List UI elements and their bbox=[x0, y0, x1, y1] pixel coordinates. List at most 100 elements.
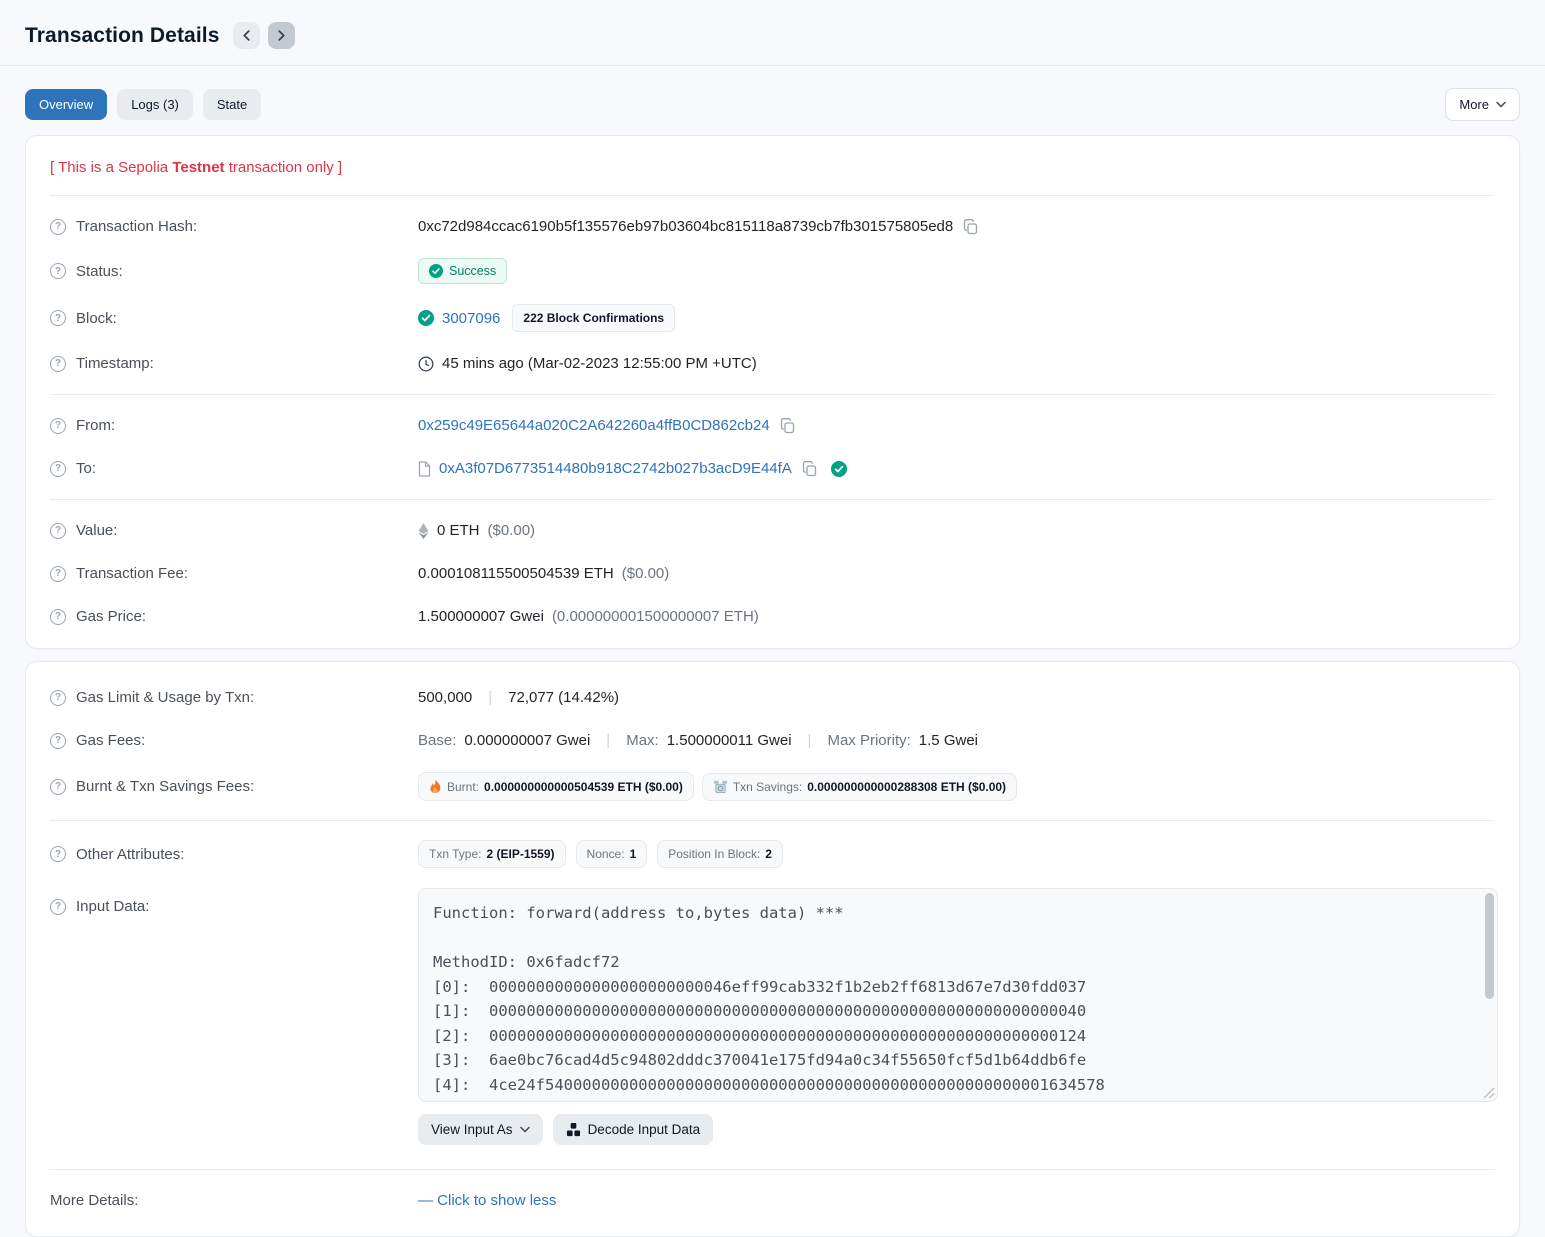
copy-from-button[interactable] bbox=[778, 418, 797, 434]
to-address-link[interactable]: 0xA3f07D6773514480b918C2742b027b3acD9E44… bbox=[439, 460, 792, 477]
scrollbar-track[interactable] bbox=[1484, 891, 1495, 1099]
gas-used-value: 72,077 (14.42%) bbox=[508, 689, 619, 706]
row-divider bbox=[50, 499, 1495, 500]
help-icon[interactable]: ? bbox=[50, 899, 66, 915]
check-circle-icon bbox=[429, 264, 443, 278]
row-other-attributes: ? Other Attributes: Txn Type: 2 (EIP-155… bbox=[50, 830, 1495, 878]
more-dropdown-button[interactable]: More bbox=[1445, 88, 1520, 121]
position-in-block-value: 2 bbox=[765, 847, 772, 861]
help-icon[interactable]: ? bbox=[50, 461, 66, 477]
burnt-value: 0.000000000000504539 ETH ($0.00) bbox=[484, 780, 683, 794]
copy-txhash-button[interactable] bbox=[961, 219, 980, 235]
burnt-savings-label: Burnt & Txn Savings Fees: bbox=[76, 778, 254, 795]
eth-diamond-icon bbox=[418, 523, 429, 539]
row-gas-limit: ? Gas Limit & Usage by Txn: 500,000 | 72… bbox=[50, 676, 1495, 719]
chevron-left-icon bbox=[242, 30, 251, 41]
tabs: Overview Logs (3) State bbox=[25, 89, 1445, 120]
warning-post: transaction only ] bbox=[225, 159, 343, 176]
input-data-text: Function: forward(address to,bytes data)… bbox=[419, 889, 1497, 1102]
tabs-row: Overview Logs (3) State More bbox=[25, 88, 1520, 121]
overview-card: [ This is a Sepolia Testnet transaction … bbox=[25, 135, 1520, 649]
chevron-down-icon bbox=[1496, 101, 1506, 108]
txn-savings-badge: Txn Savings: 0.000000000000288308 ETH ($… bbox=[702, 773, 1017, 801]
other-attributes-label: Other Attributes: bbox=[76, 846, 184, 863]
clock-icon bbox=[418, 356, 434, 372]
tab-overview[interactable]: Overview bbox=[25, 89, 107, 120]
block-confirmations-badge: 222 Block Confirmations bbox=[512, 304, 675, 332]
money-wings-icon bbox=[713, 780, 728, 794]
transaction-details-page: Transaction Details Overview Logs (3) St… bbox=[0, 0, 1545, 1237]
txn-savings-value: 0.000000000000288308 ETH ($0.00) bbox=[807, 780, 1006, 794]
details-card: ? Gas Limit & Usage by Txn: 500,000 | 72… bbox=[25, 661, 1520, 1237]
help-icon[interactable]: ? bbox=[50, 310, 66, 326]
help-icon[interactable]: ? bbox=[50, 566, 66, 582]
txn-type-badge: Txn Type: 2 (EIP-1559) bbox=[418, 840, 566, 868]
value-amount: 0 ETH bbox=[437, 522, 480, 539]
page-title: Transaction Details bbox=[25, 24, 219, 48]
help-icon[interactable]: ? bbox=[50, 356, 66, 372]
timestamp-label: Timestamp: bbox=[76, 355, 154, 372]
row-divider bbox=[50, 394, 1495, 395]
previous-txn-button[interactable] bbox=[233, 22, 260, 49]
row-more-details: More Details: — Click to show less bbox=[50, 1179, 1495, 1222]
txn-type-value: 2 (EIP-1559) bbox=[486, 847, 554, 861]
row-burnt-savings: ? Burnt & Txn Savings Fees: Burnt: 0.000… bbox=[50, 762, 1495, 811]
max-priority-fee-label: Max Priority: bbox=[827, 732, 910, 749]
view-input-as-button[interactable]: View Input As bbox=[418, 1114, 543, 1145]
check-circle-icon bbox=[418, 310, 434, 326]
row-input-data: ? Input Data: Function: forward(address … bbox=[50, 878, 1495, 1155]
row-status: ? Status: Success bbox=[50, 248, 1495, 294]
value-label: Value: bbox=[76, 522, 117, 539]
row-divider bbox=[50, 195, 1495, 196]
status-badge-text: Success bbox=[449, 264, 496, 278]
help-icon[interactable]: ? bbox=[50, 609, 66, 625]
row-transaction-hash: ? Transaction Hash: 0xc72d984ccac6190b5f… bbox=[50, 205, 1495, 248]
value-usd: ($0.00) bbox=[488, 522, 536, 539]
value-separator: | bbox=[488, 689, 492, 706]
transaction-fee-amount: 0.000108115500504539 ETH bbox=[418, 565, 614, 582]
row-from: ? From: 0x259c49E65644a020C2A642260a4ffB… bbox=[50, 404, 1495, 447]
help-icon[interactable]: ? bbox=[50, 418, 66, 434]
page-header: Transaction Details bbox=[25, 22, 1520, 49]
tab-state[interactable]: State bbox=[203, 89, 261, 120]
burnt-fees-badge: Burnt: 0.000000000000504539 ETH ($0.00) bbox=[418, 772, 694, 801]
warning-pre: [ This is a Sepolia bbox=[50, 159, 172, 176]
contract-file-icon bbox=[418, 461, 431, 477]
help-icon[interactable]: ? bbox=[50, 846, 66, 862]
gas-fees-label: Gas Fees: bbox=[76, 732, 145, 749]
txn-savings-label: Txn Savings: bbox=[733, 780, 802, 794]
show-less-link[interactable]: — Click to show less bbox=[418, 1192, 556, 1209]
help-icon[interactable]: ? bbox=[50, 779, 66, 795]
help-icon[interactable]: ? bbox=[50, 523, 66, 539]
position-in-block-badge: Position In Block: 2 bbox=[657, 840, 783, 868]
input-data-label: Input Data: bbox=[76, 898, 149, 915]
help-icon[interactable]: ? bbox=[50, 733, 66, 749]
help-icon[interactable]: ? bbox=[50, 690, 66, 706]
row-to: ? To: 0xA3f07D6773514480b918C2742b027b3a… bbox=[50, 447, 1495, 490]
decode-input-data-button[interactable]: Decode Input Data bbox=[553, 1114, 714, 1145]
input-data-actions: View Input As Decode Input Data bbox=[418, 1114, 1498, 1145]
decode-input-data-label: Decode Input Data bbox=[588, 1122, 701, 1137]
next-txn-button[interactable] bbox=[268, 22, 295, 49]
resize-handle-icon[interactable] bbox=[1483, 1087, 1495, 1099]
status-label: Status: bbox=[76, 263, 123, 280]
gas-limit-value: 500,000 bbox=[418, 689, 472, 706]
gas-limit-label: Gas Limit & Usage by Txn: bbox=[76, 689, 254, 706]
gas-price-amount: 1.500000007 Gwei bbox=[418, 608, 544, 625]
from-label: From: bbox=[76, 417, 115, 434]
blocks-icon bbox=[566, 1122, 581, 1137]
tab-logs[interactable]: Logs (3) bbox=[117, 89, 193, 120]
transaction-fee-usd: ($0.00) bbox=[622, 565, 670, 582]
scrollbar-thumb[interactable] bbox=[1485, 893, 1494, 999]
timestamp-value: 45 mins ago (Mar-02-2023 12:55:00 PM +UT… bbox=[442, 355, 757, 372]
row-transaction-fee: ? Transaction Fee: 0.000108115500504539 … bbox=[50, 552, 1495, 595]
base-fee-label: Base: bbox=[418, 732, 456, 749]
from-address-link[interactable]: 0x259c49E65644a020C2A642260a4ffB0CD862cb… bbox=[418, 417, 770, 434]
transaction-hash-value: 0xc72d984ccac6190b5f135576eb97b03604bc81… bbox=[418, 218, 953, 235]
help-icon[interactable]: ? bbox=[50, 263, 66, 279]
copy-to-button[interactable] bbox=[800, 461, 819, 477]
help-icon[interactable]: ? bbox=[50, 219, 66, 235]
block-number-link[interactable]: 3007096 bbox=[442, 310, 500, 327]
input-data-textarea[interactable]: Function: forward(address to,bytes data)… bbox=[418, 888, 1498, 1102]
txn-nav bbox=[233, 22, 295, 49]
